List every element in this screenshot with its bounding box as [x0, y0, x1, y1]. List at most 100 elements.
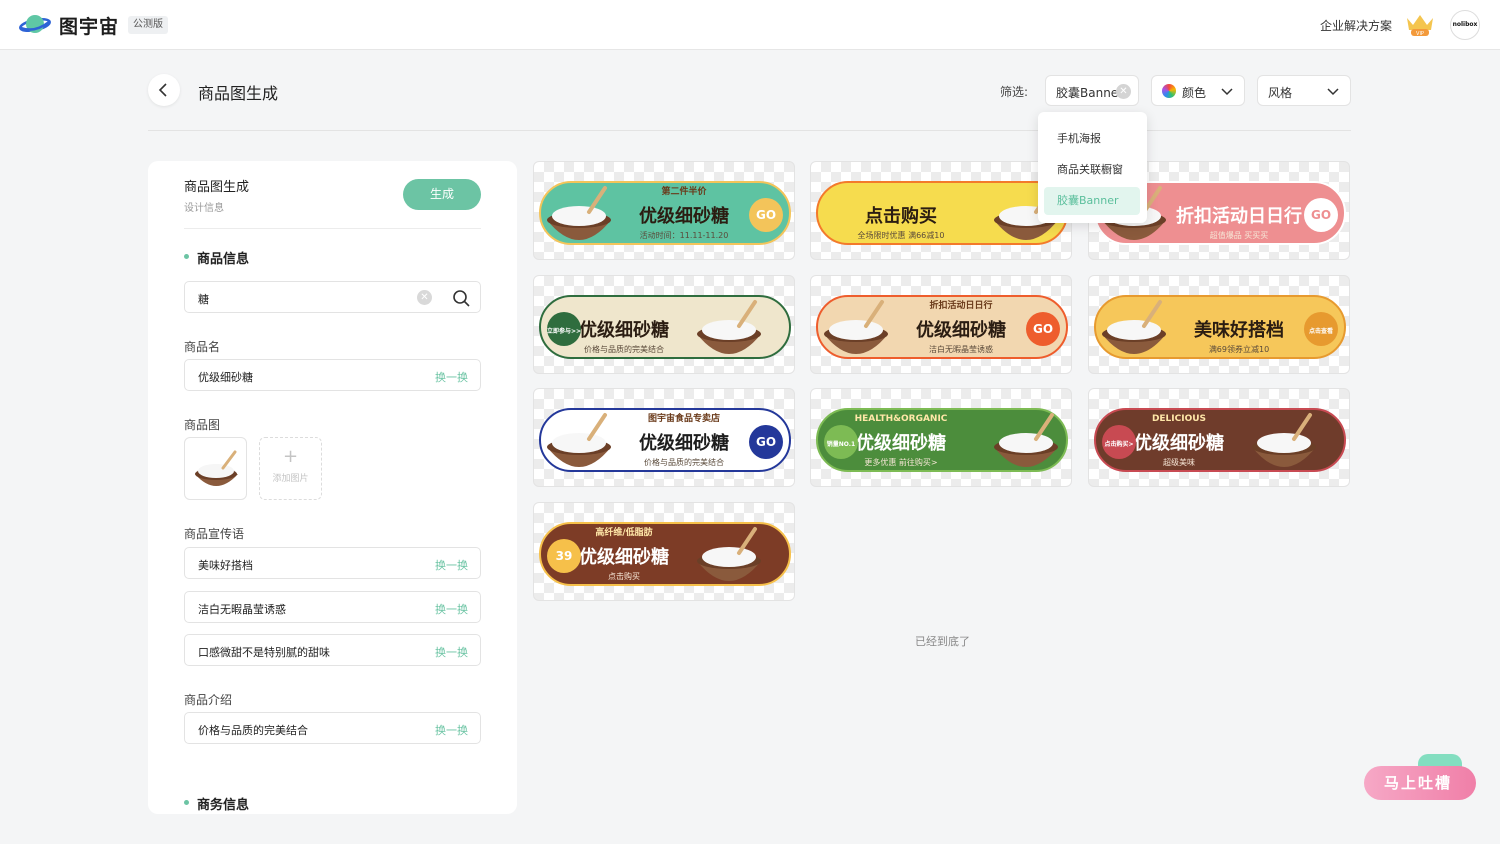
- logo-text[interactable]: 图宇宙: [59, 12, 119, 39]
- business-info-section-title: 商务信息: [184, 794, 249, 813]
- intro-label: 商品介绍: [184, 693, 233, 707]
- product-search-input[interactable]: 糖 ✕: [184, 281, 481, 313]
- banner-card[interactable]: DELICIOUS 优级细砂糖 超级美味 点击购买>: [1088, 388, 1350, 487]
- product-name-value: 优级细砂糖: [198, 371, 253, 384]
- cta-text: GO: [756, 208, 776, 222]
- product-image-label: 商品图: [184, 418, 221, 432]
- page-title: 商品图生成: [198, 84, 279, 103]
- end-of-list-text: 已经到底了: [915, 635, 970, 648]
- add-image-label: 添加图片: [272, 474, 309, 484]
- plus-icon: +: [282, 446, 299, 467]
- banner-graphic: 第二件半价优级细砂糖活动时间：11.11-11.20 GO: [539, 181, 791, 245]
- banner-top-text: 高纤维/低脂肪: [595, 526, 652, 538]
- vip-crown-icon[interactable]: VIP: [1405, 12, 1435, 38]
- swap-button[interactable]: 换一换: [435, 644, 468, 660]
- product-name-field[interactable]: 优级细砂糖 换一换: [184, 359, 481, 391]
- color-filter-select[interactable]: 颜色: [1151, 75, 1245, 106]
- banner-top-text: HEALTH&ORGANIC: [855, 414, 948, 424]
- title-divider: [148, 130, 1351, 131]
- banner-graphic: 图宇宙食品专卖店优级细砂糖价格与品质的完美结合 GO: [539, 408, 791, 472]
- style-filter-label: 风格: [1268, 86, 1293, 100]
- banner-card[interactable]: 点击购买全场限时优惠 满66减10: [810, 161, 1072, 260]
- vip-label: VIP: [1416, 31, 1424, 37]
- banner-graphic: HEALTH&ORGANIC 优级细砂糖更多优惠 前往购买> 销量NO.1: [816, 408, 1068, 472]
- banner-title: 点击购买: [865, 205, 937, 227]
- banner-subtitle: 超级美味: [1163, 457, 1195, 467]
- slogan-label: 商品宣传语: [184, 527, 245, 541]
- back-button[interactable]: [148, 74, 180, 106]
- top-navigation-bar: 图宇宙 公测版 企业解决方案 VIP nolibox: [0, 0, 1500, 50]
- slogan-value: 洁白无暇晶莹诱惑: [198, 603, 286, 616]
- banner-title: 优级细砂糖: [579, 546, 669, 568]
- panel-divider: [184, 228, 481, 229]
- color-wheel-icon: [1162, 84, 1176, 98]
- product-image-thumbnail[interactable]: [184, 437, 247, 500]
- search-icon[interactable]: [451, 288, 471, 308]
- planet-logo-icon[interactable]: [18, 11, 52, 39]
- banner-top-text: DELICIOUS: [1152, 414, 1206, 424]
- feedback-button[interactable]: 马上吐槽: [1364, 766, 1476, 800]
- slogan-value: 口感微甜不是特别腻的甜味: [198, 646, 330, 659]
- banner-subtitle: 价格与品质的完美结合: [584, 344, 664, 354]
- cta-text: GO: [756, 435, 776, 449]
- generate-button[interactable]: 生成: [403, 179, 481, 210]
- product-info-section-title: 商品信息: [184, 248, 249, 267]
- type-filter-dropdown: 手机海报 商品关联橱窗 胶囊Banner: [1038, 112, 1147, 223]
- chevron-down-icon: [1327, 88, 1339, 96]
- chevron-left-icon: [158, 83, 167, 97]
- cta-text: 39: [556, 549, 573, 563]
- dropdown-option-mobile-poster[interactable]: 手机海报: [1044, 125, 1140, 153]
- dropdown-option-capsule-banner[interactable]: 胶囊Banner: [1044, 187, 1140, 215]
- sugar-bowl-image: [195, 450, 238, 486]
- color-filter-label: 颜色: [1182, 86, 1207, 100]
- enterprise-solutions-link[interactable]: 企业解决方案: [1320, 17, 1392, 34]
- dropdown-option-product-window[interactable]: 商品关联橱窗: [1044, 156, 1140, 184]
- banner-card[interactable]: 第二件半价 优级细砂糖 活动时间：11.11-11.20 GO: [533, 161, 795, 260]
- slogan-field-3[interactable]: 口感微甜不是特别腻的甜味 换一换: [184, 634, 481, 666]
- banner-title: 优级细砂糖: [639, 432, 729, 454]
- add-image-button[interactable]: + 添加图片: [259, 437, 322, 500]
- banner-subtitle: 价格与品质的完美结合: [644, 457, 724, 467]
- beta-badge: 公测版: [128, 16, 168, 34]
- swap-button[interactable]: 换一换: [435, 601, 468, 617]
- banner-title: 美味好搭档: [1194, 319, 1284, 341]
- style-filter-select[interactable]: 风格: [1257, 75, 1351, 106]
- intro-field[interactable]: 价格与品质的完美结合 换一换: [184, 712, 481, 744]
- type-filter-value: 胶囊Banner: [1056, 86, 1124, 100]
- swap-button[interactable]: 换一换: [435, 369, 468, 385]
- slogan-field-2[interactable]: 洁白无暇晶莹诱惑 换一换: [184, 591, 481, 623]
- slogan-value: 美味好搭档: [198, 559, 253, 572]
- cta-text: GO: [1311, 208, 1331, 222]
- banner-card[interactable]: 图宇宙食品专卖店 优级细砂糖 价格与品质的完美结合 GO: [533, 388, 795, 487]
- banner-card[interactable]: HEALTH&ORGANIC 优级细砂糖 更多优惠 前往购买> 销量NO.1: [810, 388, 1072, 487]
- clear-search-icon[interactable]: ✕: [417, 290, 432, 305]
- swap-button[interactable]: 换一换: [435, 722, 468, 738]
- product-name-label: 商品名: [184, 340, 221, 354]
- banner-subtitle: 更多优惠 前往购买>: [864, 457, 937, 467]
- type-filter-select[interactable]: 胶囊Banner ✕: [1045, 75, 1139, 106]
- swap-button[interactable]: 换一换: [435, 557, 468, 573]
- panel-title: 商品图生成: [184, 180, 250, 195]
- panel-subtitle: 设计信息: [184, 203, 224, 214]
- slogan-field-1[interactable]: 美味好搭档 换一换: [184, 547, 481, 579]
- design-info-panel: 商品图生成 设计信息 生成 商品信息 糖 ✕ 商品名 优级细砂糖 换一换 商品图…: [148, 161, 517, 814]
- banner-top-text: 折扣活动日日行: [929, 299, 992, 311]
- intro-value: 价格与品质的完美结合: [198, 724, 308, 737]
- user-avatar[interactable]: nolibox: [1450, 10, 1480, 40]
- cta-text: 点击查看: [1309, 327, 1333, 335]
- search-value: 糖: [198, 293, 209, 306]
- banner-graphic: 高纤维/低脂肪优级细砂糖点击购买 39: [539, 522, 791, 586]
- banner-card[interactable]: 高纤维/低脂肪 优级细砂糖 点击购买 39: [533, 502, 795, 601]
- banner-graphic: 折扣活动日日行优级细砂糖洁白无暇晶莹诱惑 GO: [816, 295, 1068, 359]
- banner-card[interactable]: 美味好搭档 满69领券立减10 点击查看: [1088, 275, 1350, 374]
- banner-title: 优级细砂糖: [639, 205, 729, 227]
- banner-card[interactable]: 折扣活动日日行 优级细砂糖 洁白无暇晶莹诱惑 GO: [810, 275, 1072, 374]
- banner-title: 优级细砂糖: [856, 432, 946, 454]
- banner-graphic: 点击购买全场限时优惠 满66减10: [816, 181, 1068, 245]
- clear-filter-icon[interactable]: ✕: [1116, 84, 1131, 99]
- banner-title: 折扣活动日日行: [1176, 205, 1302, 227]
- banner-graphic: 美味好搭档满69领券立减10 点击查看: [1094, 295, 1346, 359]
- banner-card[interactable]: 优级细砂糖 价格与品质的完美结合 立即参与>>: [533, 275, 795, 374]
- banner-subtitle: 全场限时优惠 满66减10: [858, 230, 945, 240]
- banner-graphic: DELICIOUS 优级细砂糖超级美味 点击购买>: [1094, 408, 1346, 472]
